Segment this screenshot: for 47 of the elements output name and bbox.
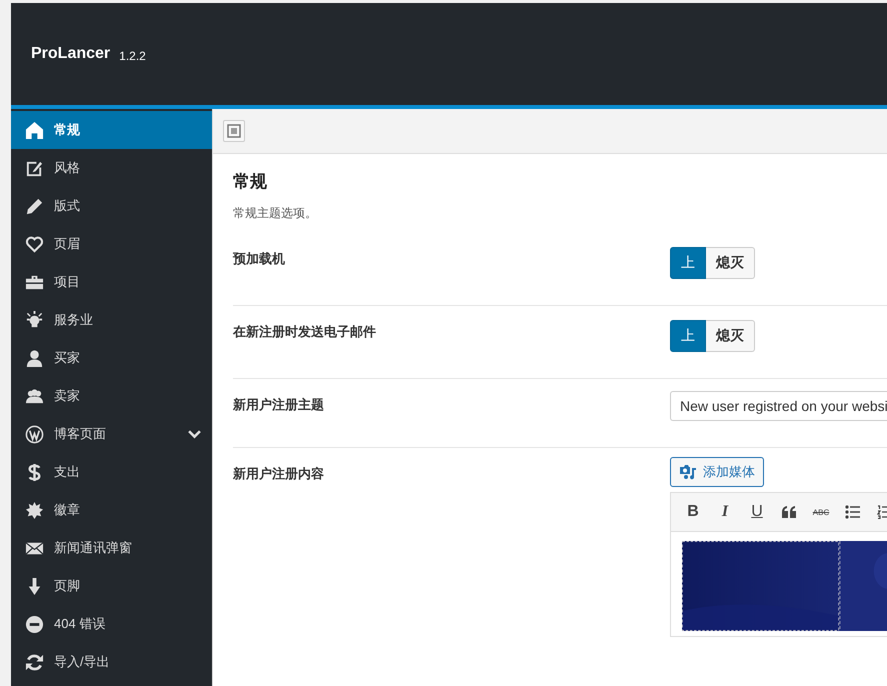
setting-label: 在新注册时发送电子邮件: [233, 323, 377, 341]
sidebar-item[interactable]: 支出: [11, 453, 212, 491]
italic-button[interactable]: I: [709, 503, 741, 521]
strikethrough-button[interactable]: ABC: [805, 508, 837, 516]
sidebar-item[interactable]: 页脚: [11, 567, 212, 605]
toggle-option[interactable]: 熄灭: [706, 247, 755, 279]
app-title: ProLancer: [31, 45, 110, 63]
people-icon: [25, 386, 44, 406]
version-label: 1.2.2: [119, 48, 146, 62]
toggle-option[interactable]: 上: [670, 247, 706, 279]
section-description: 常规主题选项。: [233, 205, 318, 222]
pencil-icon: [25, 196, 44, 216]
person-icon: [25, 348, 44, 368]
sidebar-item[interactable]: 版式: [11, 187, 212, 225]
sidebar-item[interactable]: 风格: [11, 149, 212, 187]
bulb-icon: [25, 310, 44, 330]
quote-icon[interactable]: [781, 505, 797, 519]
section-title: 常规: [233, 171, 268, 193]
bullet-list-icon[interactable]: [845, 505, 861, 519]
sidebar-item[interactable]: 页眉: [11, 225, 212, 263]
refresh-icon: [25, 652, 44, 672]
toggle-option[interactable]: 熄灭: [706, 320, 755, 352]
bold-button[interactable]: B: [677, 503, 709, 521]
sidebar-item[interactable]: 服务业: [11, 301, 212, 339]
sidebar-item[interactable]: 新闻通讯弹窗: [11, 529, 212, 567]
sidebar-item[interactable]: 404 错误: [11, 605, 212, 643]
badge-icon: [25, 500, 44, 520]
sidebar-item[interactable]: 徽章: [11, 491, 212, 529]
setting-label: 预加载机: [233, 250, 286, 268]
sidebar-item[interactable]: 卖家: [11, 377, 212, 415]
heart-icon: [25, 234, 44, 254]
sidebar-item[interactable]: 买家: [11, 339, 212, 377]
sidebar-item[interactable]: 博客页面: [11, 415, 212, 453]
sidebar-item[interactable]: 常规: [11, 111, 212, 149]
toggle-option[interactable]: 上: [670, 320, 706, 352]
underline-button[interactable]: U: [741, 503, 773, 521]
setting-label: 新用户注册主题: [233, 396, 325, 414]
minus-icon: [25, 614, 44, 634]
layout-toggle-button[interactable]: [223, 120, 245, 142]
setting-label: 新用户注册内容: [233, 465, 325, 483]
home-icon: [25, 120, 44, 140]
media-icon: [679, 464, 697, 480]
sidebar-item[interactable]: 项目: [11, 263, 212, 301]
input-field[interactable]: New user registred on your websi: [670, 391, 887, 421]
panel-icon: [227, 124, 241, 138]
add-media-button[interactable]: 添加媒体: [670, 457, 764, 487]
sidebar-item[interactable]: 导入/导出: [11, 643, 212, 681]
